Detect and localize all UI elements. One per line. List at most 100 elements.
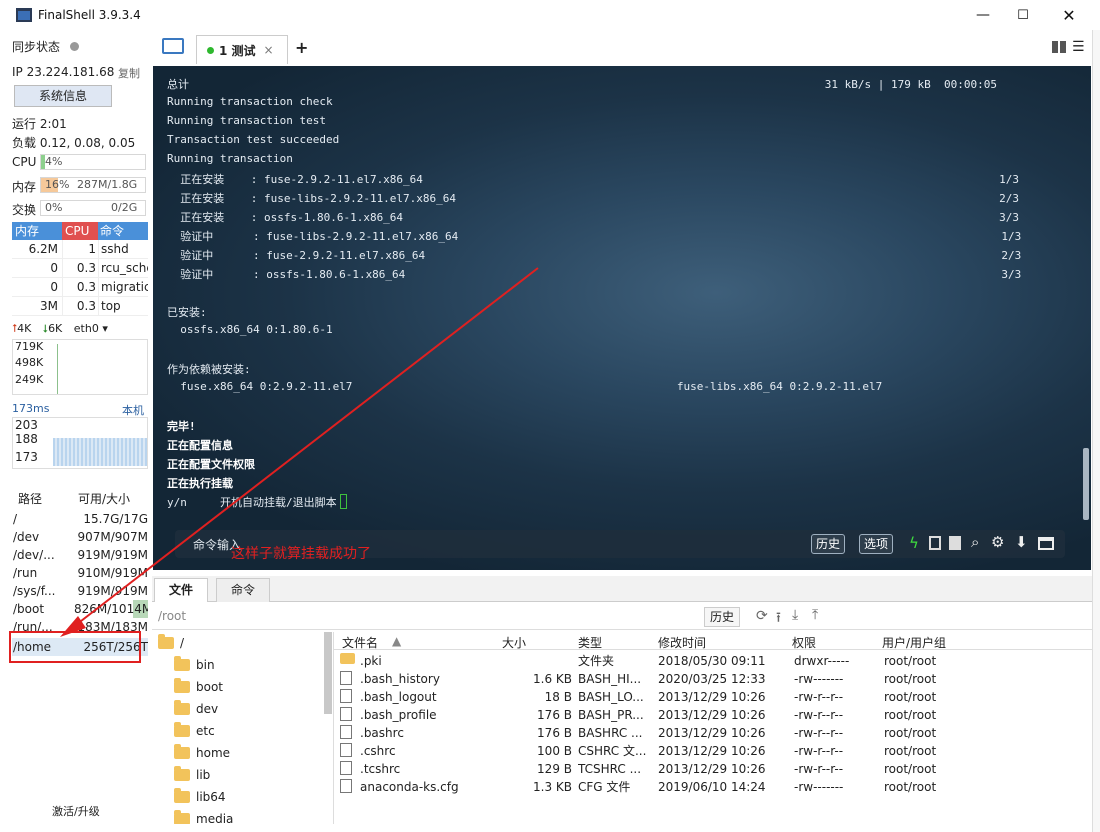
tree-label: home	[196, 746, 231, 760]
folder-icon	[174, 744, 190, 759]
file-type: TCSHRC ...	[578, 762, 642, 776]
tree-item[interactable]: lib64	[174, 786, 226, 808]
file-type: BASH_PR...	[578, 708, 644, 722]
folder-icon	[174, 678, 190, 693]
file-type: BASHRC ...	[578, 726, 643, 740]
file-icon	[340, 761, 352, 775]
file-perm: -rw-------	[794, 780, 844, 794]
tree-label: dev	[196, 702, 219, 716]
tab-commands[interactable]: 命令	[216, 578, 271, 602]
folder-icon	[174, 810, 190, 824]
file-size: 18 B	[544, 690, 572, 704]
file-list: 文件名 ▲ 大小 类型 修改时间 权限 用户/用户组 .pki 文件夹 2018/0…	[334, 632, 1092, 824]
annotation-text: 这样子就算挂载成功了	[231, 546, 371, 562]
file-mtime: 2013/12/29 10:26	[658, 690, 766, 704]
file-icon	[340, 707, 352, 721]
file-name: .bash_profile	[360, 708, 437, 722]
file-type: BASH_LO...	[578, 690, 644, 704]
file-icon	[340, 743, 352, 757]
directory-tree: / bin boot dev etc home lib lib64 media	[152, 632, 334, 824]
col-mtime[interactable]: 修改时间	[658, 634, 706, 651]
file-perm: -rw-r--r--	[794, 762, 844, 776]
tree-label: media	[196, 812, 234, 824]
file-owner: root/root	[884, 654, 937, 668]
col-perm[interactable]: 权限	[792, 634, 816, 651]
file-perm: -rw-r--r--	[794, 690, 844, 704]
file-type: CFG 文件	[578, 780, 631, 794]
file-row[interactable]: .bashrc 176 B BASHRC ... 2013/12/29 10:26 -r…	[338, 724, 976, 742]
tree-root[interactable]: /	[158, 632, 184, 654]
file-perm: -rw-r--r--	[794, 708, 844, 722]
tree-item[interactable]: boot	[174, 676, 223, 698]
path-input[interactable]: /root	[158, 609, 186, 623]
file-owner: root/root	[884, 780, 937, 794]
file-mtime: 2013/12/29 10:26	[658, 708, 766, 722]
tree-item[interactable]: bin	[174, 654, 215, 676]
tree-item[interactable]: media	[174, 808, 233, 824]
file-icon	[340, 689, 352, 703]
refresh-icon[interactable]: ⟳	[756, 608, 768, 624]
tree-label: /	[180, 636, 185, 650]
folder-icon	[174, 656, 190, 671]
file-mtime: 2019/06/10 14:24	[658, 780, 766, 794]
col-size[interactable]: 大小	[502, 634, 526, 651]
col-filename[interactable]: 文件名	[342, 634, 378, 651]
file-row[interactable]: .bash_profile 176 B BASH_PR... 2013/12/29 1…	[338, 706, 976, 724]
file-row[interactable]: .pki 文件夹 2018/05/30 09:11 drwxr----- root/ro…	[338, 652, 976, 670]
file-name: .bash_logout	[360, 690, 437, 704]
tree-item[interactable]: etc	[174, 720, 215, 742]
sort-asc-icon[interactable]: ▲	[392, 634, 401, 648]
app-window: FinalShell 3.9.3.4 — ☐ ✕ 同步状态 IP 23.224.…	[0, 0, 1100, 832]
up-directory-icon[interactable]: ⭱	[776, 607, 781, 631]
tab-files[interactable]: 文件	[154, 578, 209, 602]
folder-icon	[174, 766, 190, 781]
folder-icon	[174, 788, 190, 803]
file-perm: -rw-r--r--	[794, 726, 844, 740]
tree-scrollbar[interactable]	[324, 632, 332, 714]
file-size: 1.6 KB	[533, 672, 572, 686]
file-name: .pki	[360, 654, 382, 668]
tree-item[interactable]: dev	[174, 698, 218, 720]
file-perm: -rw-r--r--	[794, 744, 844, 758]
file-owner: root/root	[884, 744, 937, 758]
file-type: BASH_HI...	[578, 672, 642, 686]
file-row[interactable]: .bash_history 1.6 KB BASH_HI... 2020/03/25 …	[338, 670, 976, 688]
file-owner: root/root	[884, 708, 937, 722]
file-owner: root/root	[884, 690, 937, 704]
col-owner[interactable]: 用户/用户组	[882, 634, 946, 651]
tree-label: bin	[196, 658, 215, 672]
file-icon	[340, 671, 352, 685]
download-icon[interactable]: ⤓	[792, 607, 798, 623]
tree-item[interactable]: lib	[174, 764, 210, 786]
file-mtime: 2013/12/29 10:26	[658, 726, 766, 740]
right-edge-strip	[1092, 30, 1100, 832]
tree-label: etc	[196, 724, 215, 738]
folder-icon	[340, 653, 355, 664]
folder-icon	[174, 722, 190, 737]
file-size: 129 B	[537, 762, 572, 776]
file-icon	[340, 725, 352, 739]
upload-icon[interactable]: ⤒	[812, 607, 818, 623]
file-mtime: 2018/05/30 09:11	[658, 654, 766, 668]
tree-item[interactable]: home	[174, 742, 230, 764]
file-perm: -rw-------	[794, 672, 844, 686]
file-row[interactable]: .bash_logout 18 B BASH_LO... 2013/12/29 10:…	[338, 688, 976, 706]
file-size: 176 B	[537, 708, 572, 722]
path-history-button[interactable]: 历史	[704, 607, 741, 627]
col-type[interactable]: 类型	[578, 634, 602, 651]
file-row[interactable]: anaconda-ks.cfg 1.3 KB CFG 文件 2019/06/10 14…	[338, 778, 976, 796]
file-type: 文件夹	[578, 654, 615, 668]
folder-icon	[158, 634, 174, 649]
file-row[interactable]: .tcshrc 129 B TCSHRC ... 2013/12/29 10:26 -r…	[338, 760, 976, 778]
bottom-tabs: 文件 命令	[152, 576, 1092, 602]
file-owner: root/root	[884, 762, 937, 776]
file-type: CSHRC 文...	[578, 744, 647, 758]
file-name: .bash_history	[360, 672, 440, 686]
file-name: anaconda-ks.cfg	[360, 780, 459, 794]
file-name: .cshrc	[360, 744, 396, 758]
file-row[interactable]: .cshrc 100 B CSHRC 文... 2013/12/29 10:26 -rw…	[338, 742, 976, 760]
tree-label: lib	[196, 768, 211, 782]
file-mtime: 2020/03/25 12:33	[658, 672, 766, 686]
tree-label: lib64	[196, 790, 226, 804]
tree-label: boot	[196, 680, 224, 694]
